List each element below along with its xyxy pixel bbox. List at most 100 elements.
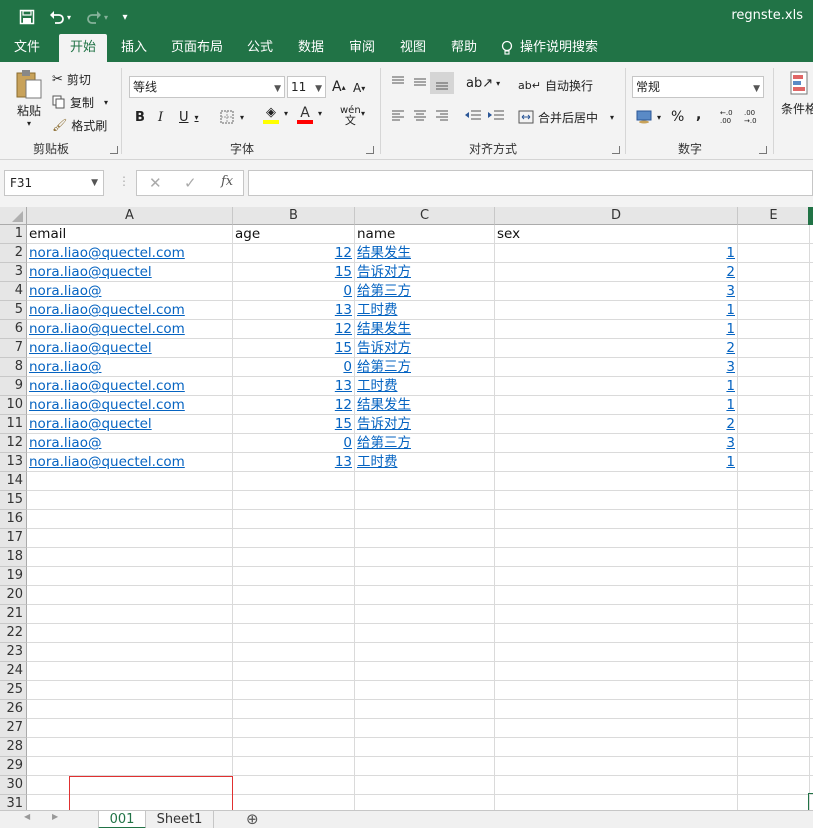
copy-button[interactable]: 复制 ▾ [52, 93, 108, 111]
name-cell[interactable]: 告诉对方 [355, 263, 494, 282]
grow-font-button[interactable]: A ▴ [332, 78, 346, 96]
email-cell[interactable]: nora.liao@quectel.com [27, 453, 232, 472]
email-cell[interactable]: nora.liao@quectel.com [27, 320, 232, 339]
sex-cell[interactable]: 1 [495, 377, 737, 396]
phonetic-guide-button[interactable]: wén 文 [340, 106, 361, 128]
sex-cell[interactable]: 1 [495, 301, 737, 320]
accounting-format-button[interactable]: ▾ [636, 108, 661, 126]
row-header[interactable]: 5 [0, 301, 27, 320]
age-cell[interactable]: 15 [233, 339, 354, 358]
row-header[interactable]: 20 [0, 586, 27, 605]
sheet-tab-001[interactable]: 001 [98, 811, 146, 828]
col-header-d[interactable]: D [495, 207, 738, 225]
sheet-tab-sheet1[interactable]: Sheet1 [146, 811, 214, 828]
email-cell[interactable]: nora.liao@quectel.com [27, 377, 232, 396]
email-cell[interactable]: nora.liao@ [27, 282, 232, 301]
row-header[interactable]: 30 [0, 776, 27, 795]
underline-button[interactable]: U ▾ [179, 107, 199, 127]
insert-function-icon[interactable]: fx [221, 174, 233, 189]
name-cell[interactable]: 工时费 [355, 453, 494, 472]
wrap-text-button[interactable]: ab↵ 自动换行 [518, 76, 593, 94]
scrollbar-edge[interactable] [808, 207, 813, 225]
decrease-decimal-button[interactable]: .00 →.0 [744, 108, 764, 126]
email-cell[interactable]: nora.liao@quectel [27, 415, 232, 434]
row-header[interactable]: 9 [0, 377, 27, 396]
age-cell[interactable]: 13 [233, 301, 354, 320]
row-header[interactable]: 29 [0, 757, 27, 776]
row-header[interactable]: 2 [0, 244, 27, 263]
row-header[interactable]: 19 [0, 567, 27, 586]
header-cell[interactable]: age [233, 225, 354, 244]
name-box[interactable]: F31 ▼ [4, 170, 104, 196]
row-header[interactable]: 11 [0, 415, 27, 434]
clipboard-launcher-icon[interactable] [110, 146, 118, 154]
chevron-down-icon[interactable]: ▾ [318, 109, 322, 118]
alignment-launcher-icon[interactable] [612, 146, 620, 154]
age-cell[interactable]: 12 [233, 396, 354, 415]
email-cell[interactable]: nora.liao@ [27, 434, 232, 453]
name-cell[interactable]: 工时费 [355, 377, 494, 396]
tab-data[interactable]: 数据 [290, 34, 332, 62]
row-header[interactable]: 22 [0, 624, 27, 643]
fill-color-button[interactable]: ◈ [263, 106, 279, 128]
row-header[interactable]: 10 [0, 396, 27, 415]
row-header[interactable]: 18 [0, 548, 27, 567]
age-cell[interactable]: 12 [233, 244, 354, 263]
row-header[interactable]: 1 [0, 225, 27, 244]
col-header-a[interactable]: A [27, 207, 233, 225]
age-cell[interactable]: 12 [233, 320, 354, 339]
email-cell[interactable]: nora.liao@quectel.com [27, 244, 232, 263]
tab-home[interactable]: 开始 [59, 34, 107, 62]
cut-button[interactable]: ✂ 剪切 [52, 70, 91, 88]
number-format-select[interactable]: 常规 ▼ [632, 76, 764, 98]
email-cell[interactable]: nora.liao@quectel.com [27, 301, 232, 320]
format-painter-button[interactable]: 🖌 格式刷 [52, 116, 107, 134]
email-cell[interactable]: nora.liao@quectel.com [27, 396, 232, 415]
row-header[interactable]: 31 [0, 795, 27, 810]
row-header[interactable]: 16 [0, 510, 27, 529]
align-top-button[interactable] [390, 74, 406, 90]
name-cell[interactable]: 给第三方 [355, 282, 494, 301]
row-header[interactable]: 13 [0, 453, 27, 472]
chevron-down-icon[interactable]: ▾ [284, 109, 288, 118]
sex-cell[interactable]: 3 [495, 358, 737, 377]
scroll-right-icon[interactable]: ▶ [52, 812, 58, 821]
font-launcher-icon[interactable] [366, 146, 374, 154]
sex-cell[interactable]: 2 [495, 263, 737, 282]
row-header[interactable]: 21 [0, 605, 27, 624]
row-header[interactable]: 8 [0, 358, 27, 377]
row-header[interactable]: 27 [0, 719, 27, 738]
name-cell[interactable]: 告诉对方 [355, 339, 494, 358]
chevron-down-icon[interactable]: ▾ [361, 109, 365, 118]
col-header-e[interactable]: E [738, 207, 810, 225]
name-cell[interactable]: 给第三方 [355, 358, 494, 377]
sex-cell[interactable]: 2 [495, 415, 737, 434]
row-header[interactable]: 17 [0, 529, 27, 548]
row-header[interactable]: 7 [0, 339, 27, 358]
bold-button[interactable]: B [135, 107, 145, 127]
undo-button[interactable]: ▾ [46, 7, 74, 27]
sex-cell[interactable]: 3 [495, 434, 737, 453]
percent-style-button[interactable]: % [671, 108, 684, 126]
row-header[interactable]: 25 [0, 681, 27, 700]
italic-button[interactable]: I [158, 107, 163, 127]
tab-view[interactable]: 视图 [393, 34, 433, 62]
font-name-select[interactable]: 等线 ▼ [129, 76, 285, 98]
tab-page-layout[interactable]: 页面布局 [166, 34, 228, 62]
tab-formulas[interactable]: 公式 [240, 34, 280, 62]
age-cell[interactable]: 0 [233, 358, 354, 377]
age-cell[interactable]: 13 [233, 453, 354, 472]
tab-review[interactable]: 审阅 [342, 34, 382, 62]
email-cell[interactable]: nora.liao@ [27, 358, 232, 377]
save-button[interactable] [16, 7, 38, 27]
age-cell[interactable]: 0 [233, 434, 354, 453]
orientation-button[interactable]: ab↗ ▾ [466, 76, 500, 91]
paste-button[interactable]: 粘贴 ▾ [12, 68, 46, 130]
conditional-formatting-button[interactable]: 条件格 [781, 70, 813, 117]
formula-input[interactable] [248, 170, 813, 196]
increase-decimal-button[interactable]: ←.0 .00 [720, 108, 740, 126]
row-header[interactable]: 14 [0, 472, 27, 491]
name-cell[interactable]: 结果发生 [355, 396, 494, 415]
col-header-b[interactable]: B [233, 207, 355, 225]
decrease-indent-button[interactable] [464, 108, 482, 122]
